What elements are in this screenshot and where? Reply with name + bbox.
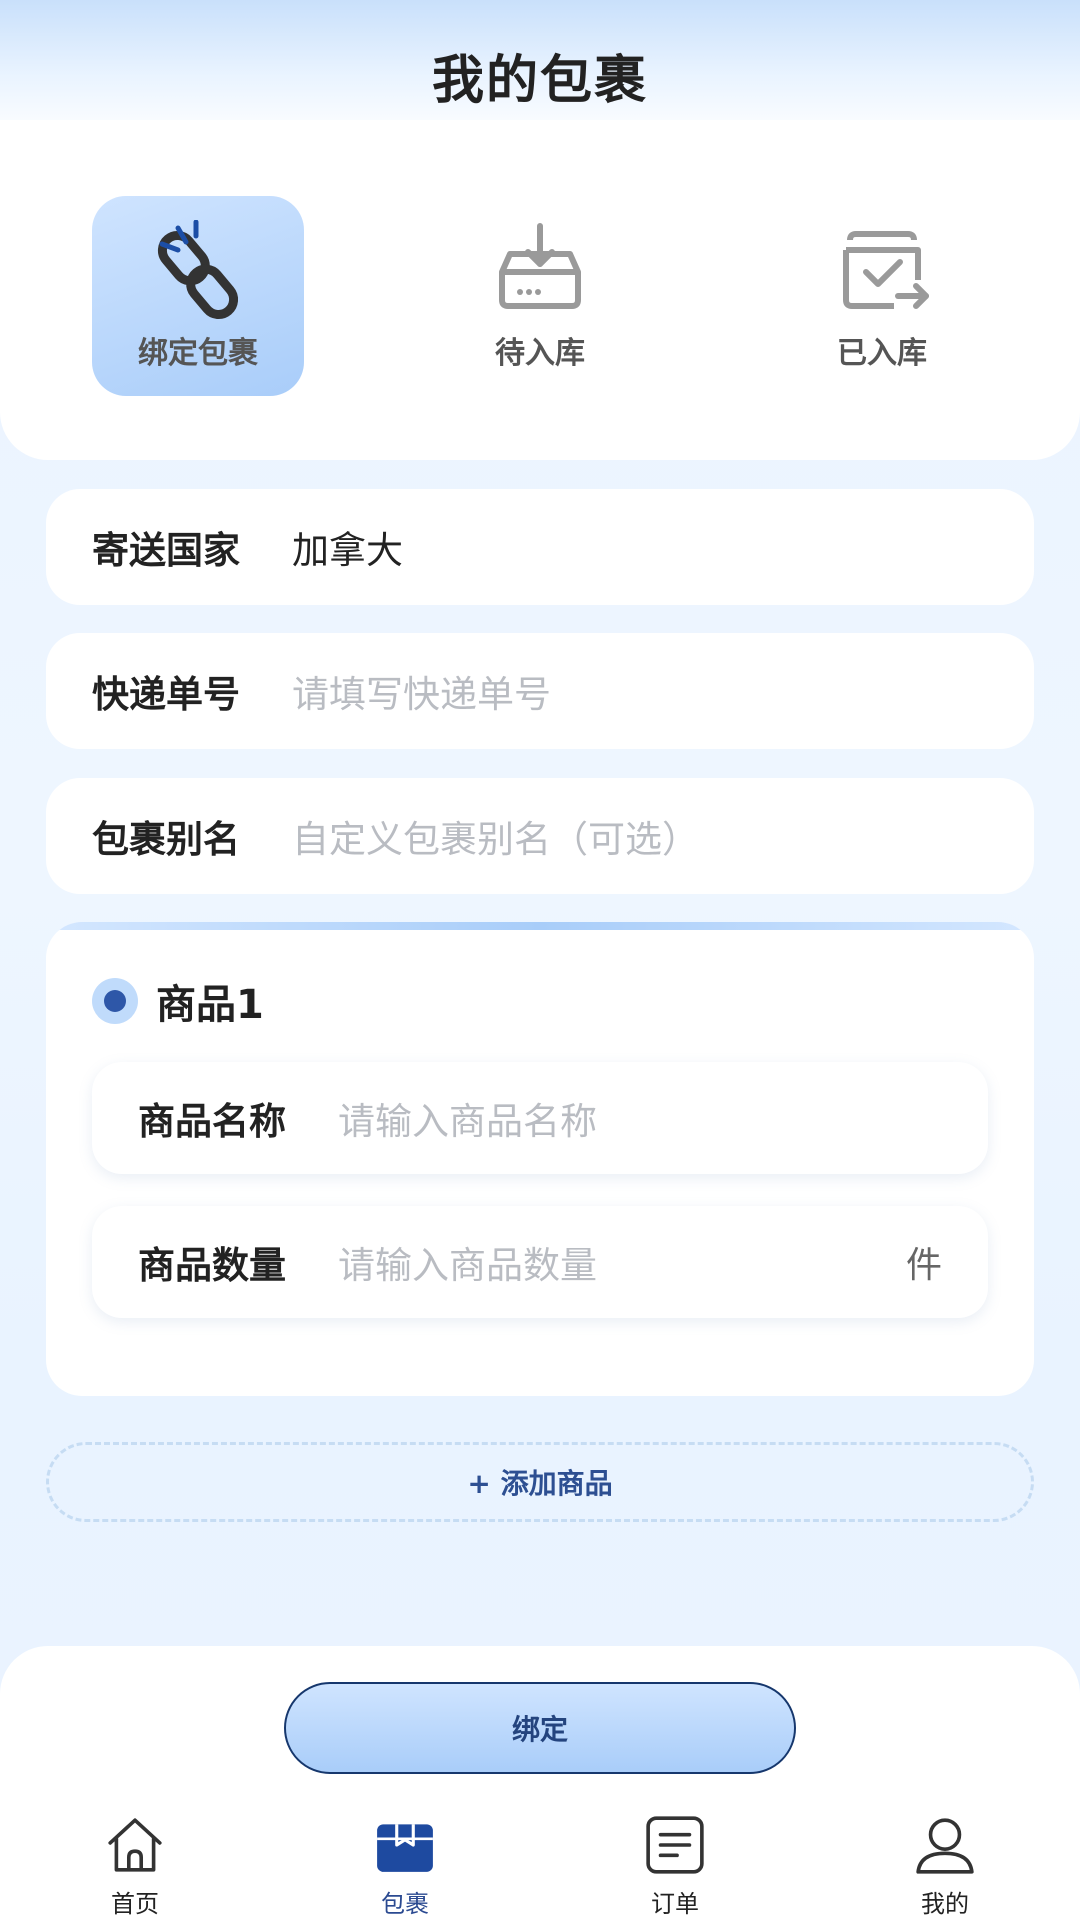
goods-quantity-label: 商品数量 bbox=[138, 1244, 286, 1287]
goods-card: 商品1 商品名称 请输入商品名称 商品数量 请输入商品数量 件 bbox=[46, 922, 1034, 1396]
nav-label: 订单 bbox=[651, 1890, 699, 1918]
link-icon bbox=[157, 220, 239, 320]
inbox-download-icon bbox=[499, 223, 581, 309]
tracking-number-input[interactable]: 请填写快递单号 bbox=[292, 664, 551, 718]
tab-bind-package[interactable]: 绑定包裹 bbox=[92, 196, 304, 396]
tab-stored[interactable]: 已入库 bbox=[776, 196, 988, 396]
quantity-unit: 件 bbox=[905, 1245, 942, 1286]
country-value[interactable]: 加拿大 bbox=[292, 520, 403, 574]
nav-me[interactable]: 我的 bbox=[875, 1814, 1015, 1919]
tab-label: 绑定包裹 bbox=[138, 336, 258, 371]
package-alias-label: 包裹别名 bbox=[92, 818, 240, 861]
add-goods-button[interactable]: + 添加商品 bbox=[46, 1442, 1034, 1522]
goods-title: 商品1 bbox=[156, 982, 264, 1028]
goods-dot-icon bbox=[92, 978, 138, 1024]
nav-label: 首页 bbox=[111, 1890, 159, 1918]
tracking-number-label: 快递单号 bbox=[92, 673, 240, 716]
tab-label: 已入库 bbox=[837, 336, 927, 371]
user-icon bbox=[916, 1818, 974, 1874]
goods-name-input[interactable]: 请输入商品名称 bbox=[338, 1091, 942, 1145]
goods-quantity-field[interactable]: 商品数量 请输入商品数量 件 bbox=[92, 1206, 988, 1318]
goods-name-field[interactable]: 商品名称 请输入商品名称 bbox=[92, 1062, 988, 1174]
tabs-card: 绑定包裹 待入库 已入库 bbox=[0, 120, 1080, 460]
country-field[interactable]: 寄送国家 加拿大 bbox=[46, 489, 1034, 605]
goods-title-row: 商品1 bbox=[92, 972, 264, 1030]
tab-label: 待入库 bbox=[495, 336, 585, 371]
nav-orders[interactable]: 订单 bbox=[605, 1814, 745, 1919]
country-label: 寄送国家 bbox=[92, 529, 240, 572]
nav-home[interactable]: 首页 bbox=[65, 1814, 205, 1919]
home-icon bbox=[108, 1818, 162, 1872]
nav-package[interactable]: 包裹 bbox=[335, 1814, 475, 1919]
box-check-icon bbox=[843, 231, 929, 309]
goods-name-label: 商品名称 bbox=[138, 1100, 286, 1143]
package-alias-input[interactable]: 自定义包裹别名（可选） bbox=[292, 809, 699, 863]
bottom-panel: 绑定 首页 包裹 订单 我的 bbox=[0, 1646, 1080, 1920]
nav-label: 包裹 bbox=[381, 1890, 429, 1918]
order-icon bbox=[646, 1816, 704, 1874]
package-icon bbox=[377, 1824, 433, 1872]
goods-card-accent-strip bbox=[46, 922, 1034, 930]
page-title: 我的包裹 bbox=[431, 51, 648, 111]
package-alias-field[interactable]: 包裹别名 自定义包裹别名（可选） bbox=[46, 778, 1034, 894]
goods-quantity-input[interactable]: 请输入商品数量 bbox=[338, 1235, 906, 1289]
tab-pending-storage[interactable]: 待入库 bbox=[434, 196, 646, 396]
nav-label: 我的 bbox=[921, 1890, 969, 1918]
tracking-number-field[interactable]: 快递单号 请填写快递单号 bbox=[46, 633, 1034, 749]
bind-button[interactable]: 绑定 bbox=[284, 1682, 796, 1774]
